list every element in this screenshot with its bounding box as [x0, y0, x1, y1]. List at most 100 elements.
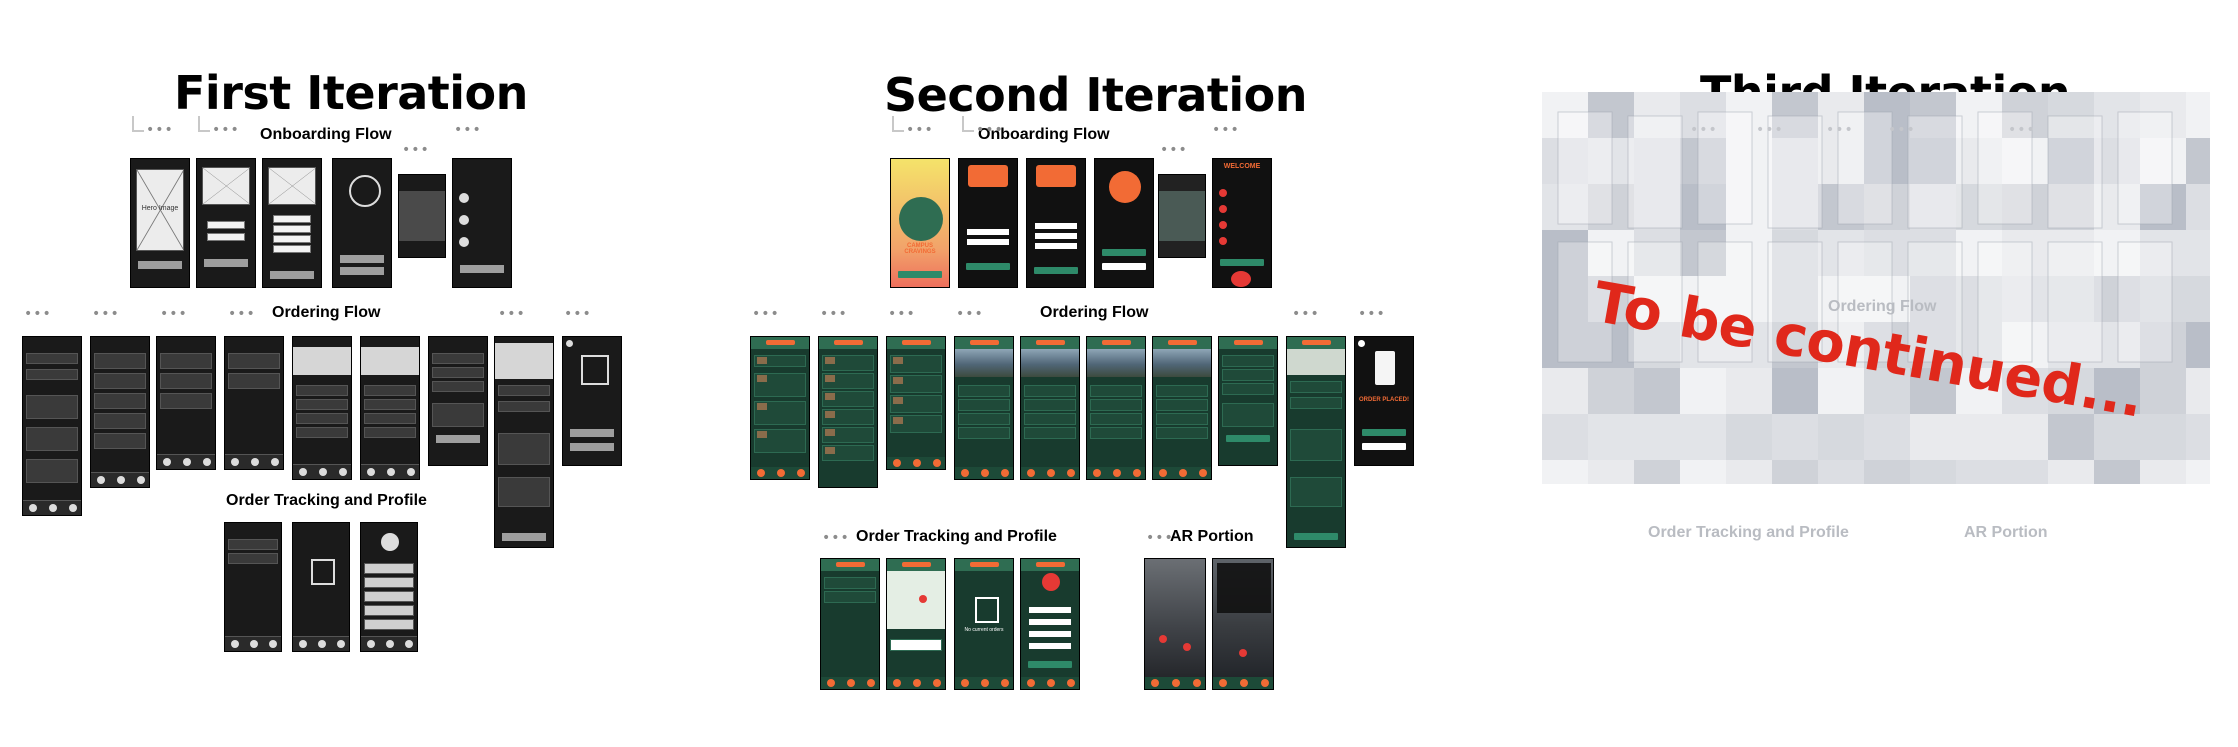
student-id-field[interactable]	[1035, 233, 1077, 239]
login-button[interactable]	[203, 259, 249, 267]
order-item[interactable]	[228, 553, 278, 564]
get-started-button[interactable]	[137, 261, 183, 269]
ar-marker-icon[interactable]	[1183, 643, 1191, 651]
list-item[interactable]	[94, 353, 146, 369]
list-item[interactable]	[753, 373, 807, 397]
continue-button[interactable]	[269, 271, 315, 279]
show-location-button[interactable]	[339, 255, 385, 263]
profile-option[interactable]	[1029, 619, 1071, 625]
menu-item[interactable]	[1155, 399, 1209, 411]
list-item[interactable]	[228, 353, 280, 369]
password-field[interactable]	[1035, 243, 1077, 249]
menu-item[interactable]	[364, 427, 416, 438]
menu-item[interactable]	[957, 385, 1011, 397]
first-name-field[interactable]	[273, 215, 311, 223]
order-item[interactable]	[823, 591, 877, 603]
delivery-option[interactable]	[1289, 381, 1343, 393]
list-item[interactable]	[753, 355, 807, 367]
list-item[interactable]	[26, 395, 78, 419]
menu-item[interactable]	[957, 399, 1011, 411]
close-icon[interactable]	[1358, 340, 1365, 347]
student-id-field[interactable]	[273, 235, 311, 243]
list-item[interactable]	[94, 413, 146, 429]
list-item[interactable]	[889, 395, 943, 413]
list-item[interactable]	[160, 393, 212, 409]
list-item[interactable]	[753, 429, 807, 453]
profile-option[interactable]	[1029, 607, 1071, 613]
order-item[interactable]	[823, 577, 877, 589]
list-item[interactable]	[821, 427, 875, 443]
menu-item[interactable]	[1023, 427, 1077, 439]
email-field[interactable]	[967, 229, 1009, 235]
menu-item[interactable]	[1155, 413, 1209, 425]
list-item[interactable]	[821, 373, 875, 389]
email-field[interactable]	[207, 221, 245, 229]
menu-item[interactable]	[1023, 385, 1077, 397]
list-item[interactable]	[889, 415, 943, 433]
order-item[interactable]	[228, 539, 278, 550]
home-button[interactable]	[569, 443, 615, 451]
list-item[interactable]	[753, 401, 807, 425]
menu-item[interactable]	[364, 385, 416, 396]
menu-item[interactable]	[1023, 399, 1077, 411]
profile-option[interactable]	[364, 619, 414, 630]
menu-item[interactable]	[1089, 385, 1143, 397]
track-order-button[interactable]	[569, 429, 615, 437]
profile-option[interactable]	[1029, 643, 1071, 649]
enter-address-button[interactable]	[339, 267, 385, 275]
list-item[interactable]	[94, 393, 146, 409]
menu-item[interactable]	[296, 399, 348, 410]
lets-go-button[interactable]	[459, 265, 505, 273]
menu-item[interactable]	[1089, 413, 1143, 425]
password-field[interactable]	[273, 245, 311, 253]
menu-item[interactable]	[957, 413, 1011, 425]
menu-item[interactable]	[1089, 399, 1143, 411]
list-item[interactable]	[228, 373, 280, 389]
menu-item[interactable]	[296, 427, 348, 438]
continue-button[interactable]	[1033, 267, 1079, 274]
menu-item[interactable]	[1155, 427, 1209, 439]
list-item[interactable]	[26, 353, 78, 364]
logout-button[interactable]	[1027, 661, 1073, 668]
profile-option[interactable]	[364, 563, 414, 574]
address-row[interactable]	[498, 401, 550, 412]
list-item[interactable]	[821, 445, 875, 461]
list-item[interactable]	[821, 391, 875, 407]
close-icon[interactable]	[566, 340, 573, 347]
list-item[interactable]	[160, 353, 212, 369]
delivery-time[interactable]	[498, 385, 550, 396]
payment-method[interactable]	[498, 477, 550, 507]
ar-marker-icon[interactable]	[1159, 635, 1167, 643]
list-item[interactable]	[26, 459, 78, 483]
lets-go-button[interactable]	[1219, 259, 1265, 266]
menu-item[interactable]	[364, 413, 416, 424]
profile-option[interactable]	[364, 577, 414, 588]
enter-address-button[interactable]	[1101, 263, 1147, 270]
profile-option[interactable]	[1029, 631, 1071, 637]
profile-option[interactable]	[364, 591, 414, 602]
address-row[interactable]	[1289, 397, 1343, 409]
continue-button[interactable]	[1225, 435, 1271, 442]
list-item[interactable]	[26, 427, 78, 451]
email-field[interactable]	[1035, 223, 1077, 229]
place-order-button[interactable]	[501, 533, 547, 541]
list-item[interactable]	[94, 373, 146, 389]
place-order-button[interactable]	[1293, 533, 1339, 540]
menu-item[interactable]	[1155, 385, 1209, 397]
ar-marker-icon[interactable]	[1239, 649, 1247, 657]
list-item[interactable]	[160, 373, 212, 389]
menu-item[interactable]	[1023, 413, 1077, 425]
track-order-button[interactable]	[1361, 429, 1407, 436]
menu-item[interactable]	[296, 413, 348, 424]
list-item[interactable]	[821, 409, 875, 425]
email-field[interactable]	[273, 225, 311, 233]
menu-item[interactable]	[1089, 427, 1143, 439]
password-field[interactable]	[207, 233, 245, 241]
menu-item[interactable]	[364, 399, 416, 410]
show-location-button[interactable]	[1101, 249, 1147, 256]
continue-button[interactable]	[435, 435, 481, 443]
list-item[interactable]	[94, 433, 146, 449]
list-item[interactable]	[889, 355, 943, 373]
list-item[interactable]	[821, 355, 875, 371]
password-field[interactable]	[967, 239, 1009, 245]
